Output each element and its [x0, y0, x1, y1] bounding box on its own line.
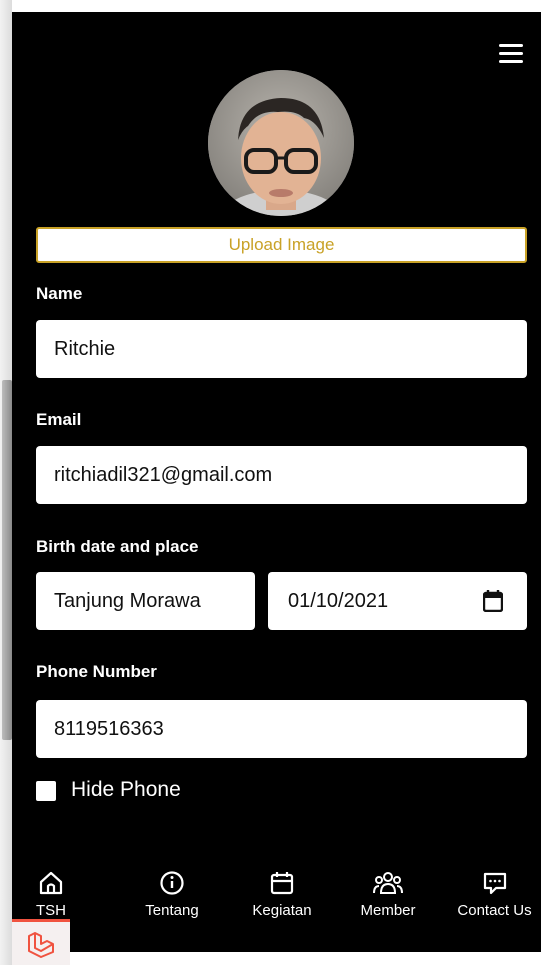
phone-field[interactable]: 8119516363 [36, 700, 527, 758]
users-icon [373, 872, 403, 894]
hide-phone-label: Hide Phone [71, 778, 181, 801]
phone-label: Phone Number [36, 662, 157, 681]
info-icon [160, 871, 184, 895]
calendar-picker-icon[interactable] [483, 590, 503, 612]
email-field[interactable]: ritchiadil321@gmail.com [36, 446, 527, 504]
home-icon [39, 871, 63, 895]
nav-item-kegiatan[interactable]: Kegiatan [240, 870, 324, 940]
birth-place-field[interactable]: Tanjung Morawa [36, 572, 255, 630]
chat-icon [483, 872, 506, 895]
edge-shadow [2, 380, 12, 740]
nav-label-member: Member [360, 902, 416, 919]
birth-date-value: 01/10/2021 [288, 590, 389, 612]
nav-label-contact-us: Contact Us [457, 902, 532, 919]
nav-label-tentang: Tentang [145, 902, 199, 919]
nav-label-kegiatan: Kegiatan [252, 902, 312, 919]
nav-label-tsh: TSH [36, 902, 66, 919]
avatar [208, 70, 354, 216]
laravel-logo-icon [28, 932, 54, 958]
nav-item-tentang[interactable]: Tentang [130, 870, 214, 940]
bottom-nav: TSH Tentang Kegiatan Member Contact Us [12, 870, 541, 940]
nav-item-contact-us[interactable]: Contact Us [448, 870, 541, 940]
nav-item-member[interactable]: Member [346, 870, 430, 940]
hide-phone-checkbox[interactable] [36, 781, 56, 801]
menu-icon[interactable] [499, 44, 523, 64]
top-strip [12, 0, 541, 12]
browser-edge [0, 0, 12, 965]
laravel-debug-badge[interactable] [12, 919, 70, 965]
birth-label: Birth date and place [36, 537, 199, 556]
name-field[interactable]: Ritchie [36, 320, 527, 378]
calendar-icon [270, 872, 294, 895]
name-label: Name [36, 284, 83, 303]
birth-date-field[interactable]: 01/10/2021 [268, 572, 527, 630]
upload-image-button[interactable]: Upload Image [36, 227, 527, 263]
app-screen: Upload Image Name Ritchie Email ritchiad… [12, 12, 541, 952]
email-label: Email [36, 410, 82, 429]
